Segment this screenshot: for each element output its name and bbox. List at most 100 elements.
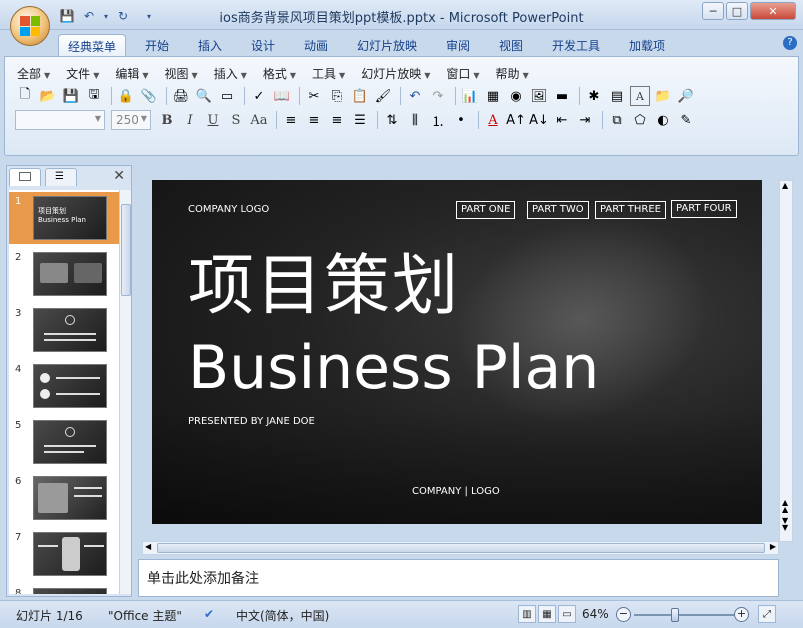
permission-icon[interactable]: 🔒	[116, 86, 136, 106]
pen-icon[interactable]: ✎	[676, 110, 696, 130]
thumbnail-item[interactable]: 3	[9, 304, 119, 356]
paste-icon[interactable]: 📋	[350, 86, 370, 106]
scroll-up-icon[interactable]: ▲	[782, 181, 788, 190]
shadow-button[interactable]: S	[226, 110, 246, 130]
thumbnail-item[interactable]: 1 项目策划 Business Plan	[9, 192, 119, 244]
bullets-icon[interactable]: •	[451, 110, 471, 130]
change-case-button[interactable]: Aa	[249, 110, 269, 130]
text-box-icon[interactable]: A	[630, 86, 650, 106]
tab-outline[interactable]: ☰	[45, 168, 77, 186]
theme-name[interactable]: "Office 主题"	[108, 607, 182, 624]
slide-vertical-scrollbar[interactable]: ▲ ▲ ▲ ▼ ▼	[779, 180, 793, 542]
next-slide-icon[interactable]: ▼ ▼	[782, 517, 788, 532]
font-name-combo[interactable]: ▼	[15, 110, 105, 130]
help-icon[interactable]: ?	[783, 36, 797, 50]
thumbnail-item[interactable]: 2	[9, 248, 119, 300]
shrink-font-icon[interactable]: A↓	[529, 110, 549, 130]
italic-button[interactable]: I	[180, 110, 200, 130]
insert-picture-icon[interactable]: 🖼	[529, 86, 549, 106]
redo-icon[interactable]: ↷	[428, 86, 448, 106]
undo-icon[interactable]: ↶	[405, 86, 425, 106]
text-direction-icon[interactable]: ⇅	[382, 110, 402, 130]
arrange-icon[interactable]: ⧉	[607, 110, 627, 130]
tab-home[interactable]: 开始	[145, 34, 169, 56]
tab-design[interactable]: 设计	[251, 34, 275, 56]
zoom-slider-knob[interactable]	[670, 608, 679, 622]
justify-icon[interactable]: ☰	[350, 110, 370, 130]
copy-icon[interactable]: ⎘	[327, 86, 347, 106]
bold-button[interactable]: B	[157, 110, 177, 130]
print-icon[interactable]: 🖨	[171, 86, 191, 106]
tab-classic-menu[interactable]: 经典菜单	[58, 34, 126, 56]
align-right-icon[interactable]: ≡	[327, 110, 347, 130]
insert-clipart-icon[interactable]: ◉	[506, 86, 526, 106]
menu-slideshow[interactable]: 幻灯片放映 ▼	[361, 65, 430, 81]
open-folder-icon[interactable]: 📁	[653, 86, 673, 106]
grow-font-icon[interactable]: A↑	[506, 110, 526, 130]
slideshow-view-button[interactable]: ▭	[558, 605, 576, 623]
thumbnail-scrollbar[interactable]	[119, 190, 131, 594]
research-icon[interactable]: 📖	[272, 86, 292, 106]
attach-icon[interactable]: 📎	[139, 86, 159, 106]
slide-preview-icon[interactable]: ▭	[217, 86, 237, 106]
slide-horizontal-scrollbar[interactable]: ◀ ▶	[142, 541, 779, 555]
font-color-button[interactable]: A	[483, 110, 503, 130]
slide-sorter-view-button[interactable]: ▦	[538, 605, 556, 623]
numbering-icon[interactable]: ⒈	[428, 110, 448, 130]
tab-addins[interactable]: 加载项	[629, 34, 665, 56]
zoom-icon[interactable]: 🔎	[676, 86, 696, 106]
font-size-combo[interactable]: 250 ▼	[111, 110, 151, 130]
thumbnail-item[interactable]: 5	[9, 416, 119, 468]
thumbnail-item[interactable]: 8	[9, 584, 119, 594]
menu-edit[interactable]: 编辑 ▼	[115, 65, 148, 81]
minimize-button[interactable]: ─	[702, 2, 724, 20]
underline-button[interactable]: U	[203, 110, 223, 130]
tab-slides[interactable]	[9, 168, 41, 186]
align-left-icon[interactable]: ≡	[281, 110, 301, 130]
menu-tools[interactable]: 工具 ▼	[312, 65, 345, 81]
language-indicator[interactable]: 中文(简体，中国)	[236, 607, 329, 624]
zoom-out-button[interactable]: −	[616, 607, 631, 622]
slide-layout-icon[interactable]: ▤	[607, 86, 627, 106]
thumbnail-item[interactable]: 7	[9, 528, 119, 580]
close-button[interactable]: ✕	[750, 2, 796, 20]
tab-slideshow[interactable]: 幻灯片放映	[357, 34, 417, 56]
menu-window[interactable]: 窗口 ▼	[446, 65, 479, 81]
insert-chart-icon[interactable]: 📊	[460, 86, 480, 106]
office-button[interactable]	[10, 6, 50, 46]
scrollbar-thumb[interactable]	[121, 204, 131, 296]
menu-format[interactable]: 格式 ▼	[263, 65, 296, 81]
thumbnail-item[interactable]: 6	[9, 472, 119, 524]
maximize-button[interactable]: □	[726, 2, 748, 20]
menu-insert[interactable]: 插入 ▼	[214, 65, 247, 81]
columns-icon[interactable]: ⫼	[405, 110, 425, 130]
menu-all[interactable]: 全部 ▼	[17, 65, 50, 81]
menu-file[interactable]: 文件 ▼	[66, 65, 99, 81]
pane-close-icon[interactable]: ✕	[113, 168, 125, 184]
format-painter-icon[interactable]: 🖌	[373, 86, 393, 106]
slide-canvas[interactable]: COMPANY LOGO PART ONE PART TWO PART THRE…	[152, 180, 762, 524]
cut-icon[interactable]: ✂	[304, 86, 324, 106]
new-document-icon[interactable]: 🗋	[15, 86, 35, 106]
tab-animation[interactable]: 动画	[304, 34, 328, 56]
tab-view[interactable]: 视图	[499, 34, 523, 56]
decrease-indent-icon[interactable]: ⇤	[552, 110, 572, 130]
open-folder-icon[interactable]: 📂	[38, 86, 58, 106]
spell-check-icon[interactable]: ✔	[204, 607, 214, 621]
align-center-icon[interactable]: ≡	[304, 110, 324, 130]
print-preview-icon[interactable]: 🔍	[194, 86, 214, 106]
normal-view-button[interactable]: ▥	[518, 605, 536, 623]
fit-to-window-button[interactable]: ⤢	[758, 605, 776, 623]
zoom-in-button[interactable]: +	[734, 607, 749, 622]
tab-insert[interactable]: 插入	[198, 34, 222, 56]
tab-developer[interactable]: 开发工具	[552, 34, 600, 56]
insert-table-icon[interactable]: ▦	[483, 86, 503, 106]
zoom-slider[interactable]	[634, 608, 734, 622]
thumbnail-item[interactable]: 4	[9, 360, 119, 412]
scroll-left-icon[interactable]: ◀	[145, 542, 151, 551]
slide-color-icon[interactable]: ▬	[552, 86, 572, 106]
menu-help[interactable]: 帮助 ▼	[496, 65, 529, 81]
shape-fill-icon[interactable]: ◐	[653, 110, 673, 130]
increase-indent-icon[interactable]: ⇥	[575, 110, 595, 130]
previous-slide-icon[interactable]: ▲ ▲	[782, 499, 788, 514]
